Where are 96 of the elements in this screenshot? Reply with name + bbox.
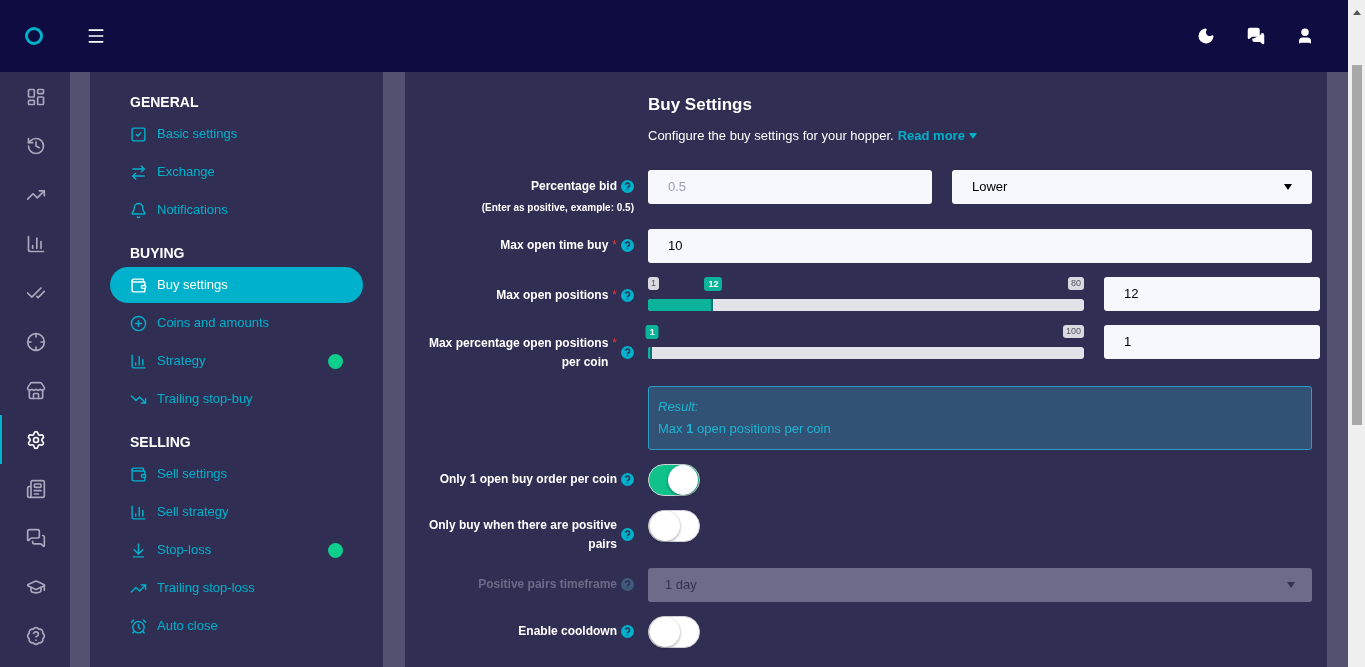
result-title: Result: <box>658 397 700 416</box>
settings-nav-item[interactable]: Trailing stop-buy <box>110 381 363 417</box>
moon-icon[interactable] <box>1197 27 1215 45</box>
section-heading: GENERAL <box>130 93 200 112</box>
bar-chart-icon <box>130 352 147 370</box>
help-icon[interactable] <box>621 472 634 486</box>
required-mark: * <box>612 286 617 304</box>
scroll-up-arrow-icon[interactable] <box>1352 10 1361 15</box>
chat-icon <box>26 527 46 548</box>
nav-label: Buy settings <box>157 276 229 295</box>
chat-icon[interactable] <box>1247 27 1265 45</box>
nav-label: Stop-loss <box>157 541 213 560</box>
nav-label: Notifications <box>157 201 229 220</box>
settings-nav-item[interactable]: Basic settings <box>110 116 363 152</box>
field-label: Enable cooldown <box>518 622 617 640</box>
help-icon[interactable] <box>621 346 634 359</box>
slider-max-label: 100 <box>1062 324 1084 338</box>
alarm-clock-icon <box>130 617 147 635</box>
required-mark: * <box>612 236 617 254</box>
slider-fill[interactable] <box>648 346 653 359</box>
nav-label: Trailing stop-buy <box>157 390 254 409</box>
required-mark: * <box>612 334 617 352</box>
settings-nav-item[interactable]: Exchange <box>110 154 363 190</box>
history-icon <box>26 135 46 156</box>
slider-track[interactable] <box>648 298 1084 311</box>
slider-min-label: 1 <box>648 276 659 290</box>
swap-arrows-icon <box>130 163 147 181</box>
field-label: Positive pairs timeframe <box>478 575 617 593</box>
crosshair-icon <box>26 331 46 352</box>
plus-circle-icon <box>130 314 147 332</box>
slider-value-label: 12 <box>704 276 723 291</box>
settings-nav-item[interactable]: Notifications <box>110 192 363 228</box>
dashboard-icon <box>26 86 46 107</box>
toggle-switch[interactable] <box>648 615 700 648</box>
slider-track[interactable] <box>648 346 1084 359</box>
nav-label: Auto close <box>157 617 219 636</box>
slider-value-label: 1 <box>645 324 659 339</box>
section-heading: SELLING <box>130 433 192 452</box>
number-input[interactable]: 12 <box>1104 276 1320 311</box>
field-label: Max open positions <box>496 286 609 304</box>
settings-nav-item[interactable]: Stop-loss <box>110 532 363 568</box>
field-label: Percentage bid <box>530 177 617 195</box>
slider-max-label: 80 <box>1068 276 1084 290</box>
user-icon[interactable] <box>1296 27 1314 45</box>
nav-label: Strategy <box>157 352 207 371</box>
slider-fill[interactable] <box>648 298 714 311</box>
nav-label: Trailing stop-loss <box>157 579 256 598</box>
bell-icon <box>130 201 147 219</box>
settings-nav-item[interactable]: Auto close <box>110 608 363 644</box>
section-heading: BUYING <box>130 244 186 263</box>
help-icon <box>26 625 46 646</box>
field-label: Only 1 open buy order per coin <box>439 470 617 488</box>
nav-label: Exchange <box>157 163 216 182</box>
bar-chart-icon <box>26 233 46 254</box>
nav-label: Basic settings <box>157 125 239 144</box>
help-icon[interactable] <box>621 288 634 302</box>
intro-text: Configure the buy settings for your hopper. <box>648 127 894 145</box>
settings-icon <box>26 429 46 450</box>
checkbox-icon <box>130 125 147 143</box>
settings-nav-item[interactable]: Strategy <box>110 343 363 379</box>
nav-label: Coins and amounts <box>157 314 270 333</box>
field-label: Only buy when there are positive pairs <box>427 516 617 553</box>
logo-icon[interactable] <box>25 27 43 45</box>
wallet-icon <box>130 465 147 483</box>
store-icon <box>26 380 46 401</box>
toggle-switch[interactable] <box>648 509 700 542</box>
settings-nav-item[interactable]: Coins and amounts <box>110 305 363 341</box>
field-label: Max open time buy <box>500 236 609 254</box>
page-title: Buy Settings <box>648 94 753 116</box>
caret-icon <box>1287 581 1295 588</box>
field-note: (Enter as positive, example: 0.5) <box>481 200 634 215</box>
bar-chart-icon <box>130 503 147 521</box>
help-icon[interactable] <box>621 528 634 541</box>
menu-icon[interactable] <box>86 26 106 46</box>
caret-icon <box>1284 183 1292 190</box>
settings-nav-item[interactable]: Trailing stop-loss <box>110 570 363 606</box>
read-more-link[interactable]: Read more <box>897 126 977 146</box>
percentage-input[interactable]: 0.5 <box>648 169 932 204</box>
nav-label: Sell strategy <box>157 503 230 522</box>
number-input[interactable]: 1 <box>1104 324 1320 359</box>
newspaper-icon <box>26 478 46 499</box>
arrow-down-icon <box>130 541 147 559</box>
nav-label: Sell settings <box>157 465 229 484</box>
caret-icon <box>968 132 977 139</box>
field-label: Max percentage open positions per coin <box>427 334 609 371</box>
scrollbar[interactable] <box>1348 0 1365 667</box>
select-field[interactable]: Lower <box>952 169 1312 204</box>
input-field[interactable]: 10 <box>648 228 1312 263</box>
settings-nav-item[interactable]: Sell strategy <box>110 494 363 530</box>
help-icon[interactable] <box>621 179 634 193</box>
toggle-switch[interactable] <box>648 463 700 496</box>
wallet-icon <box>130 276 147 294</box>
help-icon[interactable] <box>621 624 634 638</box>
result-text: Max 1 open positions per coin <box>658 420 832 438</box>
settings-nav-item[interactable]: Sell settings <box>110 456 363 492</box>
help-icon[interactable] <box>621 238 634 252</box>
